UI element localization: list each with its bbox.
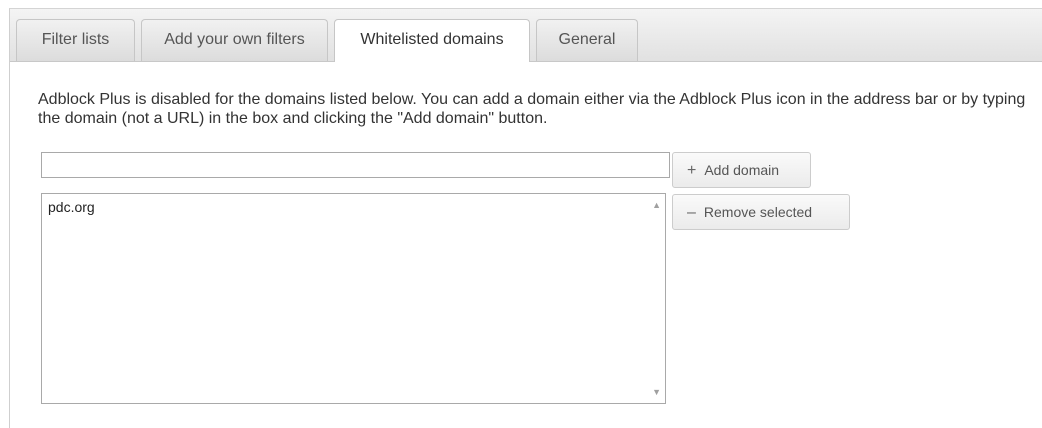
remove-selected-button[interactable]: – Remove selected [672, 194, 850, 230]
add-domain-button[interactable]: + Add domain [672, 152, 811, 188]
scroll-down-arrow-icon[interactable]: ▼ [652, 387, 661, 397]
whitelist-description: Adblock Plus is disabled for the domains… [38, 91, 1026, 127]
tab-general[interactable]: General [536, 19, 638, 61]
tab-whitelisted-domains[interactable]: Whitelisted domains [334, 19, 530, 63]
tab-bar: Filter lists Add your own filters Whitel… [10, 9, 1042, 63]
remove-selected-label: Remove selected [703, 204, 813, 220]
tab-filter-lists[interactable]: Filter lists [16, 19, 135, 61]
minus-icon: – [687, 204, 696, 221]
add-domain-label: Add domain [704, 162, 780, 178]
domain-input[interactable] [41, 152, 670, 178]
whitelist-listbox[interactable]: pdc.org ▲ ▼ [41, 193, 666, 404]
list-item[interactable]: pdc.org [48, 199, 95, 215]
plus-icon: + [687, 162, 697, 179]
tab-add-your-own-filters[interactable]: Add your own filters [141, 19, 328, 61]
scroll-up-arrow-icon[interactable]: ▲ [652, 200, 661, 210]
